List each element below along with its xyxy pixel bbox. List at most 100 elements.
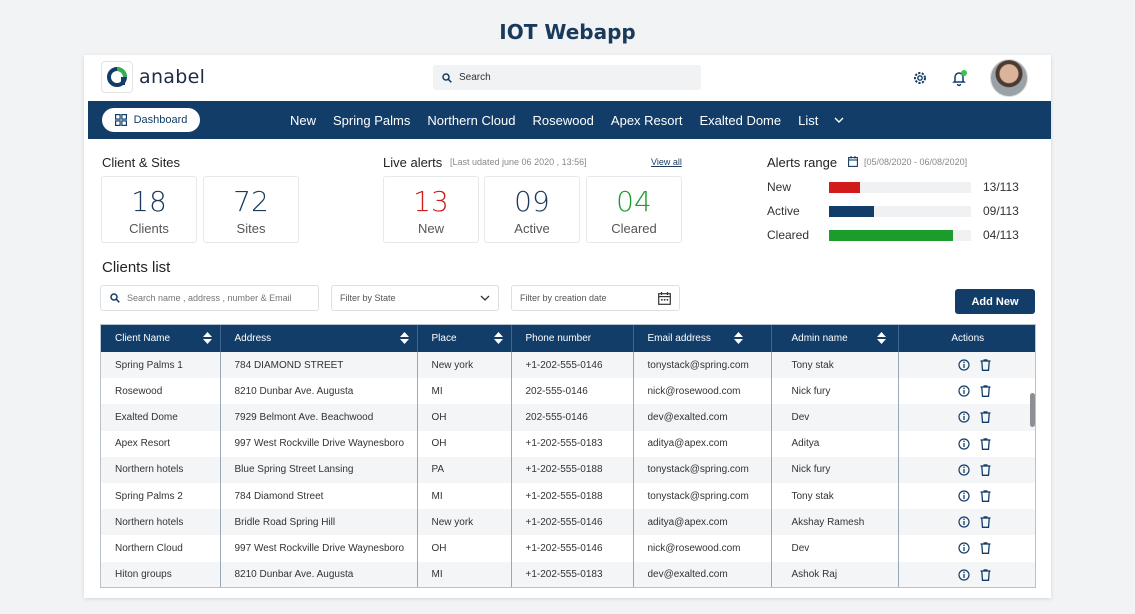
brand-name: anabel [139, 66, 206, 88]
live-alerts-updated: [Last udated june 06 2020 , 13:56] [450, 157, 587, 167]
trash-icon[interactable] [980, 516, 991, 529]
column-header-address[interactable]: Address [220, 325, 418, 352]
trash-icon[interactable] [980, 359, 991, 372]
trash-icon[interactable] [980, 464, 991, 476]
sites-card[interactable]: 72 Sites [203, 176, 299, 243]
column-header-place[interactable]: Place [417, 325, 512, 352]
cell-place: PA [417, 456, 512, 483]
cell-actions [898, 378, 1035, 404]
cell-email: nick@rosewood.com [633, 535, 772, 562]
info-icon[interactable] [958, 411, 970, 424]
trash-icon[interactable] [980, 385, 991, 398]
dashboard-label: Dashboard [133, 114, 188, 126]
filter-date-picker[interactable]: Filter by creation date [511, 285, 680, 311]
column-header-phone[interactable]: Phone number [511, 325, 634, 352]
alerts-active-card[interactable]: 09 Active [484, 176, 580, 243]
nav-item-rosewood[interactable]: Rosewood [532, 113, 593, 128]
settings-button[interactable] [910, 68, 930, 88]
cell-client-name: Apex Resort [101, 430, 221, 457]
brand-logo[interactable]: anabel [101, 61, 205, 93]
cell-phone: +1-202-555-0183 [511, 430, 634, 457]
clients-search-input[interactable] [127, 293, 307, 303]
view-all-link[interactable]: View all [651, 157, 682, 167]
range-row-active: Active 09/113 [767, 204, 1027, 218]
alerts-range-title: Alerts range [767, 155, 838, 170]
add-new-button[interactable]: Add New [955, 289, 1035, 314]
dashboard-button[interactable]: Dashboard [102, 108, 200, 132]
row-actions [913, 516, 1024, 529]
table-row[interactable]: Northern hotels Blue Spring Street Lansin… [101, 456, 1035, 483]
cell-place: MI [417, 482, 512, 510]
range-row-new: New 13/113 [767, 180, 1027, 194]
nav-items: New Spring Palms Northern Cloud Rosewood… [290, 101, 844, 139]
global-search[interactable]: Search [433, 65, 701, 90]
trash-icon[interactable] [980, 437, 991, 450]
alerts-new-card[interactable]: 13 New [383, 176, 479, 243]
search-icon [110, 293, 120, 303]
clients-card[interactable]: 18 Clients [101, 176, 197, 243]
nav-item-exalted-dome[interactable]: Exalted Dome [699, 113, 781, 128]
trash-icon[interactable] [980, 490, 991, 502]
cell-email: tonystack@spring.com [633, 352, 772, 379]
dashboard-grid-icon [114, 114, 127, 126]
table-row[interactable]: Rosewood 8210 Dunbar Ave. Augusta MI 202-55… [101, 378, 1035, 405]
main-nav: Dashboard New Spring Palms Northern Clou… [88, 101, 1051, 139]
live-alerts-title: Live alerts [383, 155, 443, 170]
table-scrollbar-thumb[interactable] [1030, 393, 1035, 427]
cell-address: 784 Diamond Street [220, 482, 418, 510]
cell-email: tonystack@spring.com [633, 456, 772, 483]
nav-item-new[interactable]: New [290, 113, 316, 128]
cell-email: tonystack@spring.com [633, 482, 772, 510]
notifications-button[interactable] [949, 68, 969, 88]
range-label-cleared: Cleared [767, 228, 810, 242]
cell-client-name: Northern hotels [101, 456, 221, 483]
nav-item-list[interactable]: List [798, 113, 844, 128]
sort-icon [399, 332, 409, 344]
info-icon[interactable] [958, 568, 970, 581]
calendar-icon[interactable] [848, 156, 858, 167]
cell-place: MI [417, 561, 512, 587]
column-header-admin[interactable]: Admin name [771, 325, 899, 352]
filter-state-select[interactable]: Filter by State [331, 285, 499, 311]
info-icon[interactable] [958, 516, 970, 528]
row-actions [913, 464, 1024, 476]
cell-email: aditya@apex.com [633, 430, 772, 457]
column-label: Email address [647, 333, 711, 344]
cell-actions [898, 535, 1035, 561]
table-row[interactable]: Apex Resort 997 West Rockville Drive Wayn… [101, 430, 1035, 457]
column-header-client-name[interactable]: Client Name [101, 325, 221, 352]
filter-date-label: Filter by creation date [520, 293, 607, 303]
info-icon[interactable] [958, 464, 970, 476]
nav-item-spring-palms[interactable]: Spring Palms [333, 113, 410, 128]
nav-item-northern-cloud[interactable]: Northern Cloud [427, 113, 515, 128]
table-row[interactable]: Spring Palms 1 784 DIAMOND STREET New york… [101, 352, 1035, 379]
cell-address: 7929 Belmont Ave. Beachwood [220, 404, 418, 431]
sort-icon [733, 332, 743, 344]
table-row[interactable]: Northern hotels Bridle Road Spring Hill Ne… [101, 509, 1035, 536]
nav-item-apex-resort[interactable]: Apex Resort [611, 113, 683, 128]
table-row[interactable]: Spring Palms 2 784 Diamond Street MI +1-202… [101, 482, 1035, 510]
cell-phone: +1-202-555-0146 [511, 509, 634, 536]
range-fill-new [829, 182, 861, 193]
column-header-email[interactable]: Email address [633, 325, 772, 352]
alerts-cleared-card[interactable]: 04 Cleared [586, 176, 682, 243]
trash-icon[interactable] [980, 568, 991, 581]
table-row[interactable]: Exalted Dome 7929 Belmont Ave. Beachwood O… [101, 404, 1035, 431]
cell-actions [898, 404, 1035, 430]
user-avatar[interactable] [990, 59, 1028, 97]
clients-table: Client Name Address Place Phone number E… [100, 324, 1036, 588]
trash-icon[interactable] [980, 542, 991, 555]
info-icon[interactable] [958, 542, 970, 555]
cell-place: OH [417, 404, 512, 431]
clients-count: 18 [131, 185, 167, 218]
sort-icon [876, 332, 886, 344]
table-row[interactable]: Hiton groups 8210 Dunbar Ave. Augusta MI +1… [101, 561, 1035, 587]
info-icon[interactable] [958, 359, 970, 371]
info-icon[interactable] [958, 490, 970, 502]
info-icon[interactable] [958, 385, 970, 397]
clients-search[interactable] [100, 285, 319, 311]
info-icon[interactable] [958, 438, 970, 450]
trash-icon[interactable] [980, 411, 991, 424]
cell-address: 997 West Rockville Drive Waynesboro [220, 535, 418, 562]
table-row[interactable]: Northern Cloud 997 West Rockville Drive W… [101, 535, 1035, 562]
